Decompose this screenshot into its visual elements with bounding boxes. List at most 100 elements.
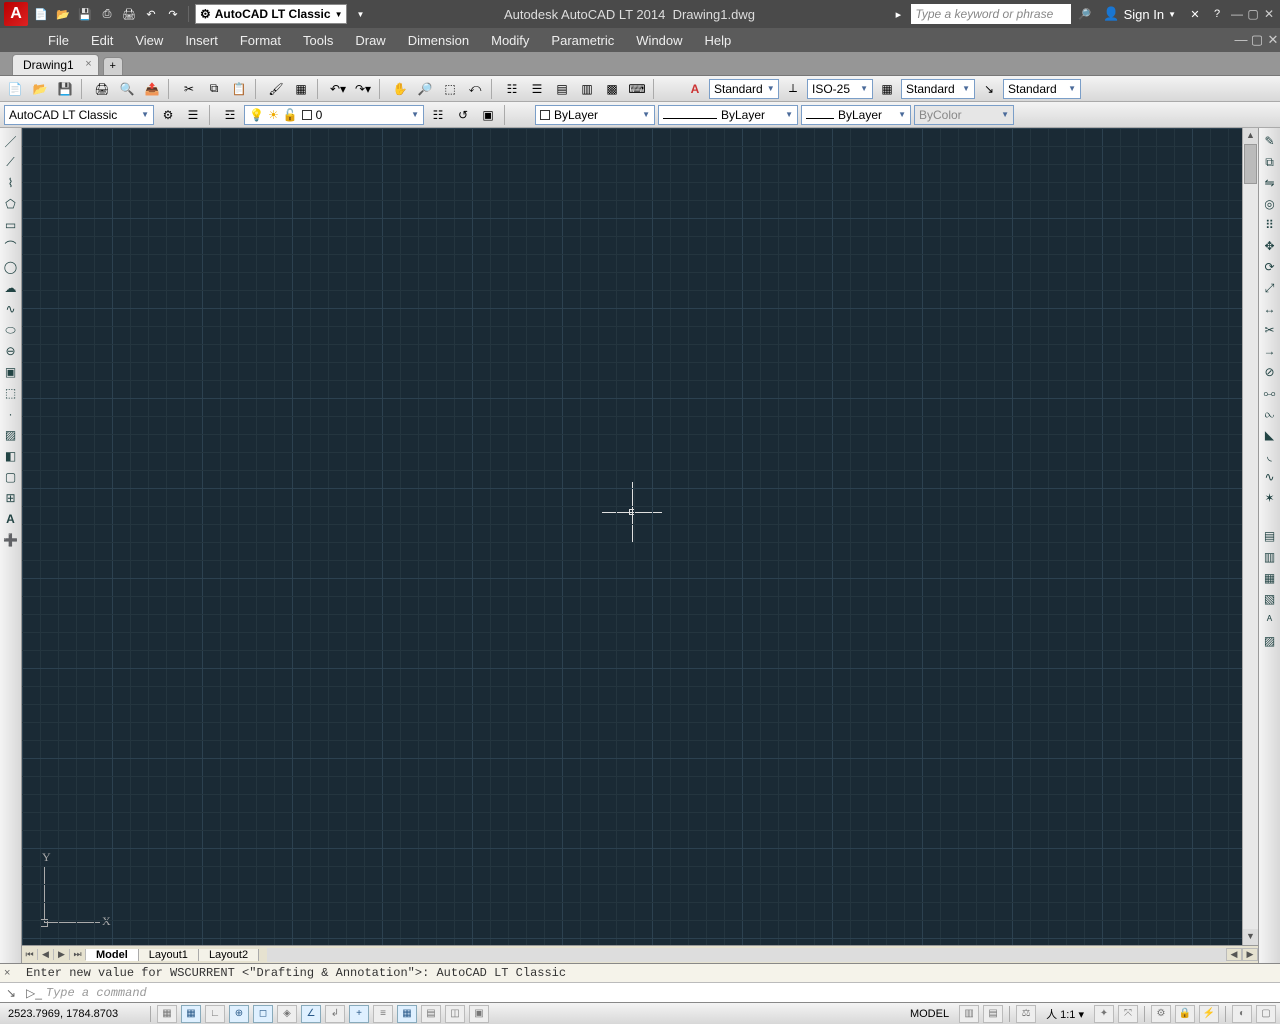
workspace-switch-icon[interactable]: ⚙ (1151, 1005, 1171, 1023)
workspace-save-icon[interactable]: ☰ (182, 105, 204, 125)
ellipse-icon[interactable]: ⬭ (2, 321, 20, 339)
infocenter-search[interactable]: Type a keyword or phrase (911, 4, 1071, 24)
table-style-combo[interactable]: Standard▼ (901, 79, 975, 99)
pan-icon[interactable]: ✋ (389, 79, 411, 99)
plot-preview-icon[interactable]: 🔍 (116, 79, 138, 99)
lineweight-combo[interactable]: ByLayer▼ (801, 105, 911, 125)
maximize-button[interactable]: ▢ (1246, 7, 1260, 21)
close-button[interactable]: ✕ (1262, 7, 1276, 21)
stretch-icon[interactable]: ↔ (1261, 300, 1279, 318)
annotation-visibility-icon[interactable]: ✦ (1094, 1005, 1114, 1023)
publish-icon[interactable]: 📤 (141, 79, 163, 99)
snapmode-button[interactable]: ▦ (157, 1005, 177, 1023)
open-icon[interactable]: 📂 (29, 79, 51, 99)
design-center-icon[interactable]: ☰ (526, 79, 548, 99)
array-icon[interactable]: ⠿ (1261, 216, 1279, 234)
workspace-settings-icon[interactable]: ⚙ (157, 105, 179, 125)
ellipse-arc-icon[interactable]: ⊖ (2, 342, 20, 360)
qat-more-icon[interactable]: ▼ (351, 5, 369, 23)
quickview-drawings-icon[interactable]: ▤ (983, 1005, 1003, 1023)
color-combo[interactable]: ByLayer▼ (535, 105, 655, 125)
layer-previous-icon[interactable]: ↺ (452, 105, 474, 125)
command-input-row[interactable]: ↘ ▷_ Type a command (0, 982, 1280, 1002)
scale-icon[interactable]: ⤢ (1261, 279, 1279, 297)
spline-icon[interactable]: ∿ (2, 300, 20, 318)
menu-dimension[interactable]: Dimension (398, 33, 479, 48)
mdi-close-button[interactable]: ✕ (1266, 32, 1280, 48)
menu-tools[interactable]: Tools (293, 33, 343, 48)
text-style-combo[interactable]: Standard▼ (709, 79, 779, 99)
scroll-up-icon[interactable]: ▲ (1243, 128, 1258, 144)
horizontal-scrollbar[interactable] (267, 948, 1226, 962)
gradient-icon[interactable]: ◧ (2, 447, 20, 465)
mirror-icon[interactable]: ⇋ (1261, 174, 1279, 192)
drawing-canvas[interactable]: X Y (22, 128, 1242, 945)
toolbar-lock-icon[interactable]: 🔒 (1175, 1005, 1195, 1023)
erase-icon[interactable]: ✎ (1261, 132, 1279, 150)
cut-icon[interactable]: ✂ (178, 79, 200, 99)
hscroll-left-icon[interactable]: ◀ (1226, 948, 1242, 961)
insert-block-icon[interactable]: ▣ (2, 363, 20, 381)
gridmode-button[interactable]: ▦ (181, 1005, 201, 1023)
point-icon[interactable]: · (2, 405, 20, 423)
signin-button[interactable]: 👤 Sign In ▼ (1097, 6, 1182, 22)
layer-states-icon[interactable]: ☷ (427, 105, 449, 125)
hatch-icon[interactable]: ▨ (2, 426, 20, 444)
exchange-apps-icon[interactable]: ✕ (1186, 5, 1204, 23)
offset-icon[interactable]: ◎ (1261, 195, 1279, 213)
orthomode-button[interactable]: ∟ (205, 1005, 225, 1023)
qat-save-icon[interactable]: 💾 (76, 5, 94, 23)
zoom-window-icon[interactable]: ⬚ (439, 79, 461, 99)
copy-icon[interactable]: ⧉ (203, 79, 225, 99)
move-icon[interactable]: ✥ (1261, 237, 1279, 255)
isolate-objects-icon[interactable]: ◐ (1232, 1005, 1252, 1023)
layer-isolate-icon[interactable]: ▣ (477, 105, 499, 125)
fillet-icon[interactable]: ◟ (1261, 447, 1279, 465)
search-arrow-icon[interactable]: ▸ (889, 5, 907, 23)
blend-icon[interactable]: ∿ (1261, 468, 1279, 486)
lwt-button[interactable]: ≡ (373, 1005, 393, 1023)
linetype-combo[interactable]: ByLayer▼ (658, 105, 798, 125)
qp-button[interactable]: ▤ (421, 1005, 441, 1023)
layout-nav-last[interactable]: ⏭ (70, 949, 86, 960)
mleader-style-combo[interactable]: Standard▼ (1003, 79, 1081, 99)
draworder-above-icon[interactable]: ▦ (1261, 569, 1279, 587)
clean-screen-icon[interactable]: ▢ (1256, 1005, 1276, 1023)
paste-icon[interactable]: 📋 (228, 79, 250, 99)
join-icon[interactable]: ⧜ (1261, 405, 1279, 423)
draworder-back-icon[interactable]: ▥ (1261, 548, 1279, 566)
document-tab[interactable]: Drawing1 × (12, 54, 99, 75)
menu-edit[interactable]: Edit (81, 33, 123, 48)
arc-icon[interactable]: ⌒ (2, 237, 20, 255)
osnap-button[interactable]: ◻ (253, 1005, 273, 1023)
dim-style-icon[interactable]: ⟂ (782, 79, 804, 99)
layout-tab-layout1[interactable]: Layout1 (139, 949, 199, 961)
zoom-realtime-icon[interactable]: 🔎 (414, 79, 436, 99)
markup-icon[interactable]: ▩ (601, 79, 623, 99)
am-button[interactable]: ▣ (469, 1005, 489, 1023)
customize-cmd-icon[interactable]: ↘ (0, 986, 22, 1000)
qat-saveas-icon[interactable]: ⎙ (98, 5, 116, 23)
copy-object-icon[interactable]: ⧉ (1261, 153, 1279, 171)
close-tab-icon[interactable]: × (85, 58, 91, 70)
layout-nav-first[interactable]: ⏮ (22, 949, 38, 960)
sc-button[interactable]: ◫ (445, 1005, 465, 1023)
annoscale-value[interactable]: 人 1:1 ▾ (1040, 1006, 1090, 1022)
layout-nav-prev[interactable]: ◀ (38, 949, 54, 960)
qat-new-icon[interactable]: 📄 (32, 5, 50, 23)
new-tab-button[interactable]: + (103, 57, 123, 75)
scroll-thumb[interactable] (1244, 144, 1257, 184)
layer-combo[interactable]: 💡 ☀ 🔓 0 ▼ (244, 105, 424, 125)
menu-modify[interactable]: Modify (481, 33, 539, 48)
close-cmd-icon[interactable]: × (4, 967, 10, 979)
zoom-previous-icon[interactable]: ⤺ (464, 79, 486, 99)
workspace-combo[interactable]: AutoCAD LT Classic▼ (4, 105, 154, 125)
menu-parametric[interactable]: Parametric (541, 33, 624, 48)
qat-open-icon[interactable]: 📂 (54, 5, 72, 23)
hscroll-right-icon[interactable]: ▶ (1242, 948, 1258, 961)
autoscale-icon[interactable]: ⤧ (1118, 1005, 1138, 1023)
quickcalc-icon[interactable]: ⌨ (626, 79, 648, 99)
extend-icon[interactable]: → (1261, 342, 1279, 360)
new-icon[interactable]: 📄 (4, 79, 26, 99)
draworder-under-icon[interactable]: ▧ (1261, 590, 1279, 608)
